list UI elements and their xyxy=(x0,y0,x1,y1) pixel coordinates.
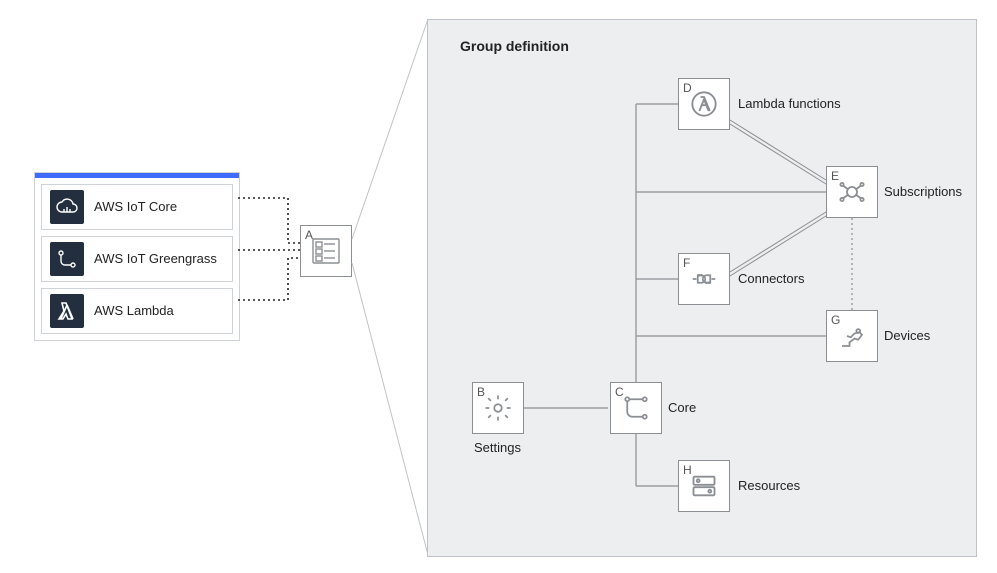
label-core: Core xyxy=(668,400,696,415)
label-resources: Resources xyxy=(738,478,800,493)
service-row-lambda: AWS Lambda xyxy=(41,288,233,334)
lambda-icon xyxy=(687,87,721,121)
subscriptions-icon xyxy=(835,175,869,209)
label-devices: Devices xyxy=(884,328,930,343)
card-accent-bar xyxy=(35,173,239,178)
node-e-subscriptions: E xyxy=(826,166,878,218)
resources-icon xyxy=(687,469,721,503)
label-subscriptions: Subscriptions xyxy=(884,184,962,199)
devices-icon xyxy=(835,319,869,353)
label-lambda: Lambda functions xyxy=(738,96,841,111)
diagram-stage: AWS IoT Core AWS IoT Greengrass AWS Lamb… xyxy=(0,0,997,573)
service-label: AWS IoT Core xyxy=(94,199,177,215)
node-b-settings: B xyxy=(472,382,524,434)
node-c-core: C xyxy=(610,382,662,434)
greengrass-core-icon xyxy=(619,391,653,425)
label-connectors: Connectors xyxy=(738,271,804,286)
aws-services-card: AWS IoT Core AWS IoT Greengrass AWS Lamb… xyxy=(34,172,240,341)
gear-icon xyxy=(481,391,515,425)
service-row-greengrass: AWS IoT Greengrass xyxy=(41,236,233,282)
node-a: A xyxy=(300,225,352,277)
dotted-leaders xyxy=(238,168,308,338)
service-label: AWS Lambda xyxy=(94,303,174,319)
service-label: AWS IoT Greengrass xyxy=(94,251,217,267)
service-row-iot-core: AWS IoT Core xyxy=(41,184,233,230)
group-definition-panel: Group definition xyxy=(427,19,977,557)
aws-lambda-icon xyxy=(50,294,84,328)
aws-iot-greengrass-icon xyxy=(50,242,84,276)
aws-iot-core-icon xyxy=(50,190,84,224)
label-settings: Settings xyxy=(474,440,521,455)
connectors-icon xyxy=(687,262,721,296)
node-h-resources: H xyxy=(678,460,730,512)
group-icon xyxy=(309,234,343,268)
expansion-triangle xyxy=(352,19,430,555)
node-d-lambda: D xyxy=(678,78,730,130)
node-f-connectors: F xyxy=(678,253,730,305)
node-g-devices: G xyxy=(826,310,878,362)
